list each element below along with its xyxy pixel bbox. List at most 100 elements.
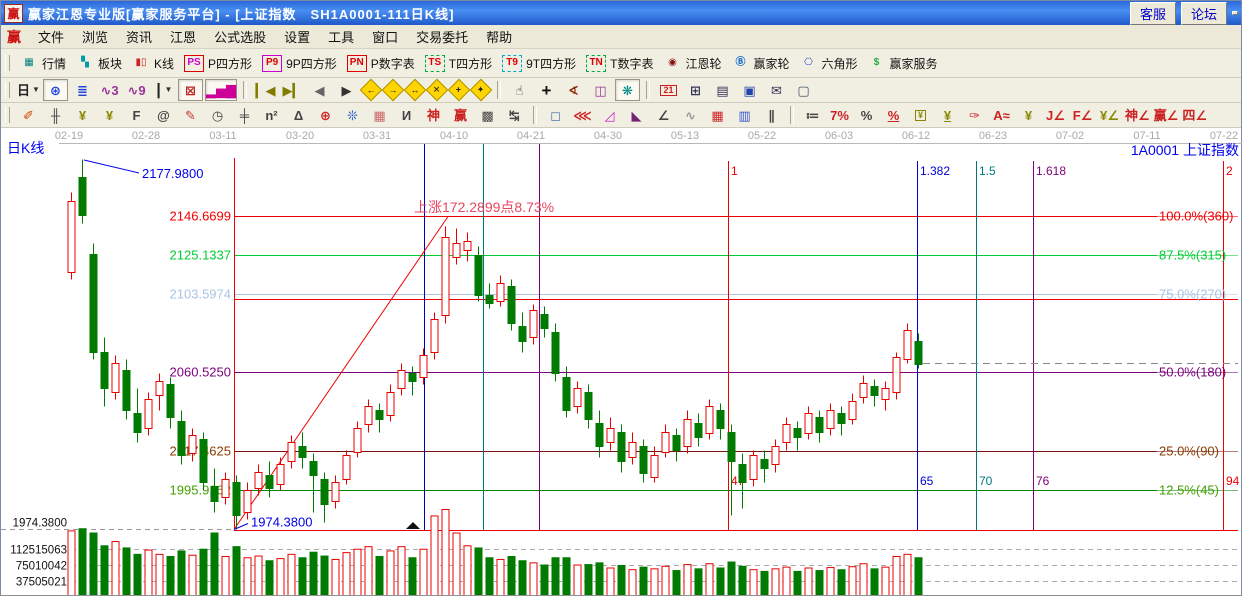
tb-period-day-button[interactable]: 日▼ [16, 79, 41, 101]
menu-item-file[interactable]: 文件 [29, 25, 73, 48]
forum-button[interactable]: 论坛 [1181, 2, 1227, 25]
tb-p-square-button[interactable]: PSP四方形 [179, 53, 257, 74]
tb-percent-slash-button[interactable]: 7% [827, 104, 852, 126]
tb-remote-pc-button[interactable]: ▢ [791, 79, 816, 101]
tb-p-digit-table-button[interactable]: PNP数字表 [342, 53, 420, 74]
tb-mirror-tool-button[interactable]: Δ [286, 104, 311, 126]
tb-ray-fan-button[interactable]: ⋘ [570, 104, 595, 126]
tb-win-angle-button[interactable]: 赢∠ [1153, 104, 1180, 126]
tb-four-angle-button[interactable]: 四∠ [1181, 104, 1208, 126]
tb-shift-left-button[interactable]: ← [360, 79, 383, 102]
tb-9p-square-button[interactable]: P99P四方形 [257, 53, 342, 74]
tb-calculator-button[interactable]: ⊞ [683, 79, 708, 101]
tb-gold-line-button[interactable]: ¥ [935, 104, 960, 126]
tb-f-ruler-button[interactable]: F [124, 104, 149, 126]
tb-tick-ruler-button[interactable]: ╪ [232, 104, 257, 126]
clipped-edge-button[interactable] [1232, 11, 1238, 15]
tb-overlay-tool-button[interactable]: ⊠ [178, 79, 203, 101]
menu-item-help[interactable]: 帮助 [477, 25, 521, 48]
tb-hand-tool-button[interactable]: ☝ [507, 79, 532, 101]
tb-cycle-clock-button[interactable]: ◷ [205, 104, 230, 126]
tb-gold-angle0-button[interactable]: ¥ [1016, 104, 1041, 126]
tb-marker-pen-button[interactable]: ✎ [178, 104, 203, 126]
tb-crosshair-tool-button[interactable]: + [534, 79, 559, 101]
tb-j-angle-button[interactable]: J∠ [1043, 104, 1068, 126]
tb-brush-button[interactable]: ✑ [962, 104, 987, 126]
tb-winner-service-button[interactable]: $赢家服务 [863, 53, 943, 74]
menu-item-window[interactable]: 窗口 [363, 25, 407, 48]
tb-red-grid-button[interactable]: ▦ [705, 104, 730, 126]
tb-zoom-tool-button[interactable]: ⊛ [43, 79, 68, 101]
menu-item-news[interactable]: 资讯 [117, 25, 161, 48]
tb-compass-button[interactable]: ✐ [16, 104, 41, 126]
tb-a-wave-button[interactable]: A≈ [989, 104, 1014, 126]
tb-quotes-button[interactable]: ▦行情 [15, 53, 71, 74]
tb-t-square-button[interactable]: TST四方形 [420, 53, 497, 74]
tb-wave-brain-tool-button[interactable]: ❋ [615, 79, 640, 101]
menu-item-settings[interactable]: 设置 [275, 25, 319, 48]
tb-angle-tool-button[interactable]: ∢ [561, 79, 586, 101]
tb-sectors-button[interactable]: ▚板块 [71, 53, 127, 74]
tb-kline-button[interactable]: ▮▯K线 [127, 53, 179, 74]
tb-percent-line-button[interactable]: % [881, 104, 906, 126]
tb-notepad-button[interactable]: ▤ [710, 79, 735, 101]
tb-span-arrow-button[interactable]: ↹ [502, 104, 527, 126]
tb-gold-angle-button[interactable]: ¥∠ [1097, 104, 1122, 126]
candle [222, 480, 229, 498]
tb-candle-style-button[interactable]: ┃▼ [151, 79, 176, 101]
tb-zigzag-button[interactable]: ∿ [678, 104, 703, 126]
tb-mail-send-button[interactable]: ✉ [764, 79, 789, 101]
tb-next-bar-button[interactable]: ▶ [334, 79, 359, 101]
tb-box-frame-button[interactable]: ◻ [543, 104, 568, 126]
chart-canvas[interactable]: 02-1902-2803-1103-2003-3104-1004-2104-30… [1, 128, 1241, 595]
tb-gann-wheel-button[interactable]: ◉江恩轮 [658, 53, 726, 74]
tb-compress-view-button[interactable]: ✕ [426, 79, 449, 102]
menu-item-browse[interactable]: 浏览 [73, 25, 117, 48]
menu-item-formula-picker[interactable]: 公式选股 [205, 25, 275, 48]
tb-t-digit-table-button[interactable]: TNT数字表 [581, 53, 658, 74]
menu-item-tools[interactable]: 工具 [319, 25, 363, 48]
tb-circle-cross-button[interactable]: ⊕ [313, 104, 338, 126]
tb-wave-3-button[interactable]: ∿3 [97, 79, 122, 101]
tb-spiral-button[interactable]: @ [151, 104, 176, 126]
tb-shen-angle-button[interactable]: 神∠ [1124, 104, 1151, 126]
tb-angle-lines-button[interactable]: ∠ [651, 104, 676, 126]
tb-time-ruler-button[interactable]: ╫ [43, 104, 68, 126]
tb-web-grid-button[interactable]: ▦ [367, 104, 392, 126]
tb-star-web-button[interactable]: ❊ [340, 104, 365, 126]
tb-volume-hist-button[interactable]: ▂▅▇ [205, 79, 237, 101]
menu-item-gann[interactable]: 江恩 [161, 25, 205, 48]
tb-prev-bar-button[interactable]: ◀ [307, 79, 332, 101]
tb-shen-tool-button[interactable]: 神 [421, 104, 446, 126]
tb-blue-grid-button[interactable]: ▥ [732, 104, 757, 126]
tb-9t-square-button[interactable]: T99T四方形 [497, 53, 581, 74]
tb-fan-grid-button[interactable]: ◣ [624, 104, 649, 126]
tb-win-tool-button[interactable]: 赢 [448, 104, 473, 126]
tb-save-button[interactable]: ▣ [737, 79, 762, 101]
customer-service-button[interactable]: 客服 [1130, 2, 1176, 25]
tb-zoom-in-view-button[interactable]: + [448, 79, 471, 102]
tb-percent-button[interactable]: % [854, 104, 879, 126]
tb-calendar-button[interactable]: 21 [656, 79, 681, 101]
tb-parallel-lines-button[interactable]: ∥ [759, 104, 784, 126]
tb-gann-box-tool-button[interactable]: ◫ [588, 79, 613, 101]
tb-last-bar-button[interactable]: ▶▎ [280, 79, 305, 101]
tb-gold-ratio-a-button[interactable]: ¥ [70, 104, 95, 126]
tb-expand-horizontal-button[interactable]: ↔ [404, 79, 427, 102]
tb-winner-wheel-button[interactable]: Ⓑ赢家轮 [726, 53, 794, 74]
menu-item-trade[interactable]: 交易委托 [407, 25, 477, 48]
tb-first-bar-button[interactable]: ▎◀ [253, 79, 278, 101]
tb-gold-ratio-b-button[interactable]: ¥ [97, 104, 122, 126]
tb-n-square-button[interactable]: n² [259, 104, 284, 126]
tb-hexagon-button[interactable]: ⎔六角形 [795, 53, 863, 74]
tb-gold-circle-button[interactable]: ¥ [908, 104, 933, 126]
tb-wave-9-button[interactable]: ∿9 [124, 79, 149, 101]
tb-k-notch-button[interactable]: И [394, 104, 419, 126]
tb-fan-magenta-button[interactable]: ◿ [597, 104, 622, 126]
tb-price-list-button[interactable]: ≔ [800, 104, 825, 126]
tb-shift-right-button[interactable]: → [382, 79, 405, 102]
tb-info-list-button[interactable]: ≣ [70, 79, 95, 101]
tb-f-angle-button[interactable]: F∠ [1070, 104, 1095, 126]
tb-dense-grid-button[interactable]: ▩ [475, 104, 500, 126]
tb-fit-all-button[interactable]: ✦ [470, 79, 493, 102]
